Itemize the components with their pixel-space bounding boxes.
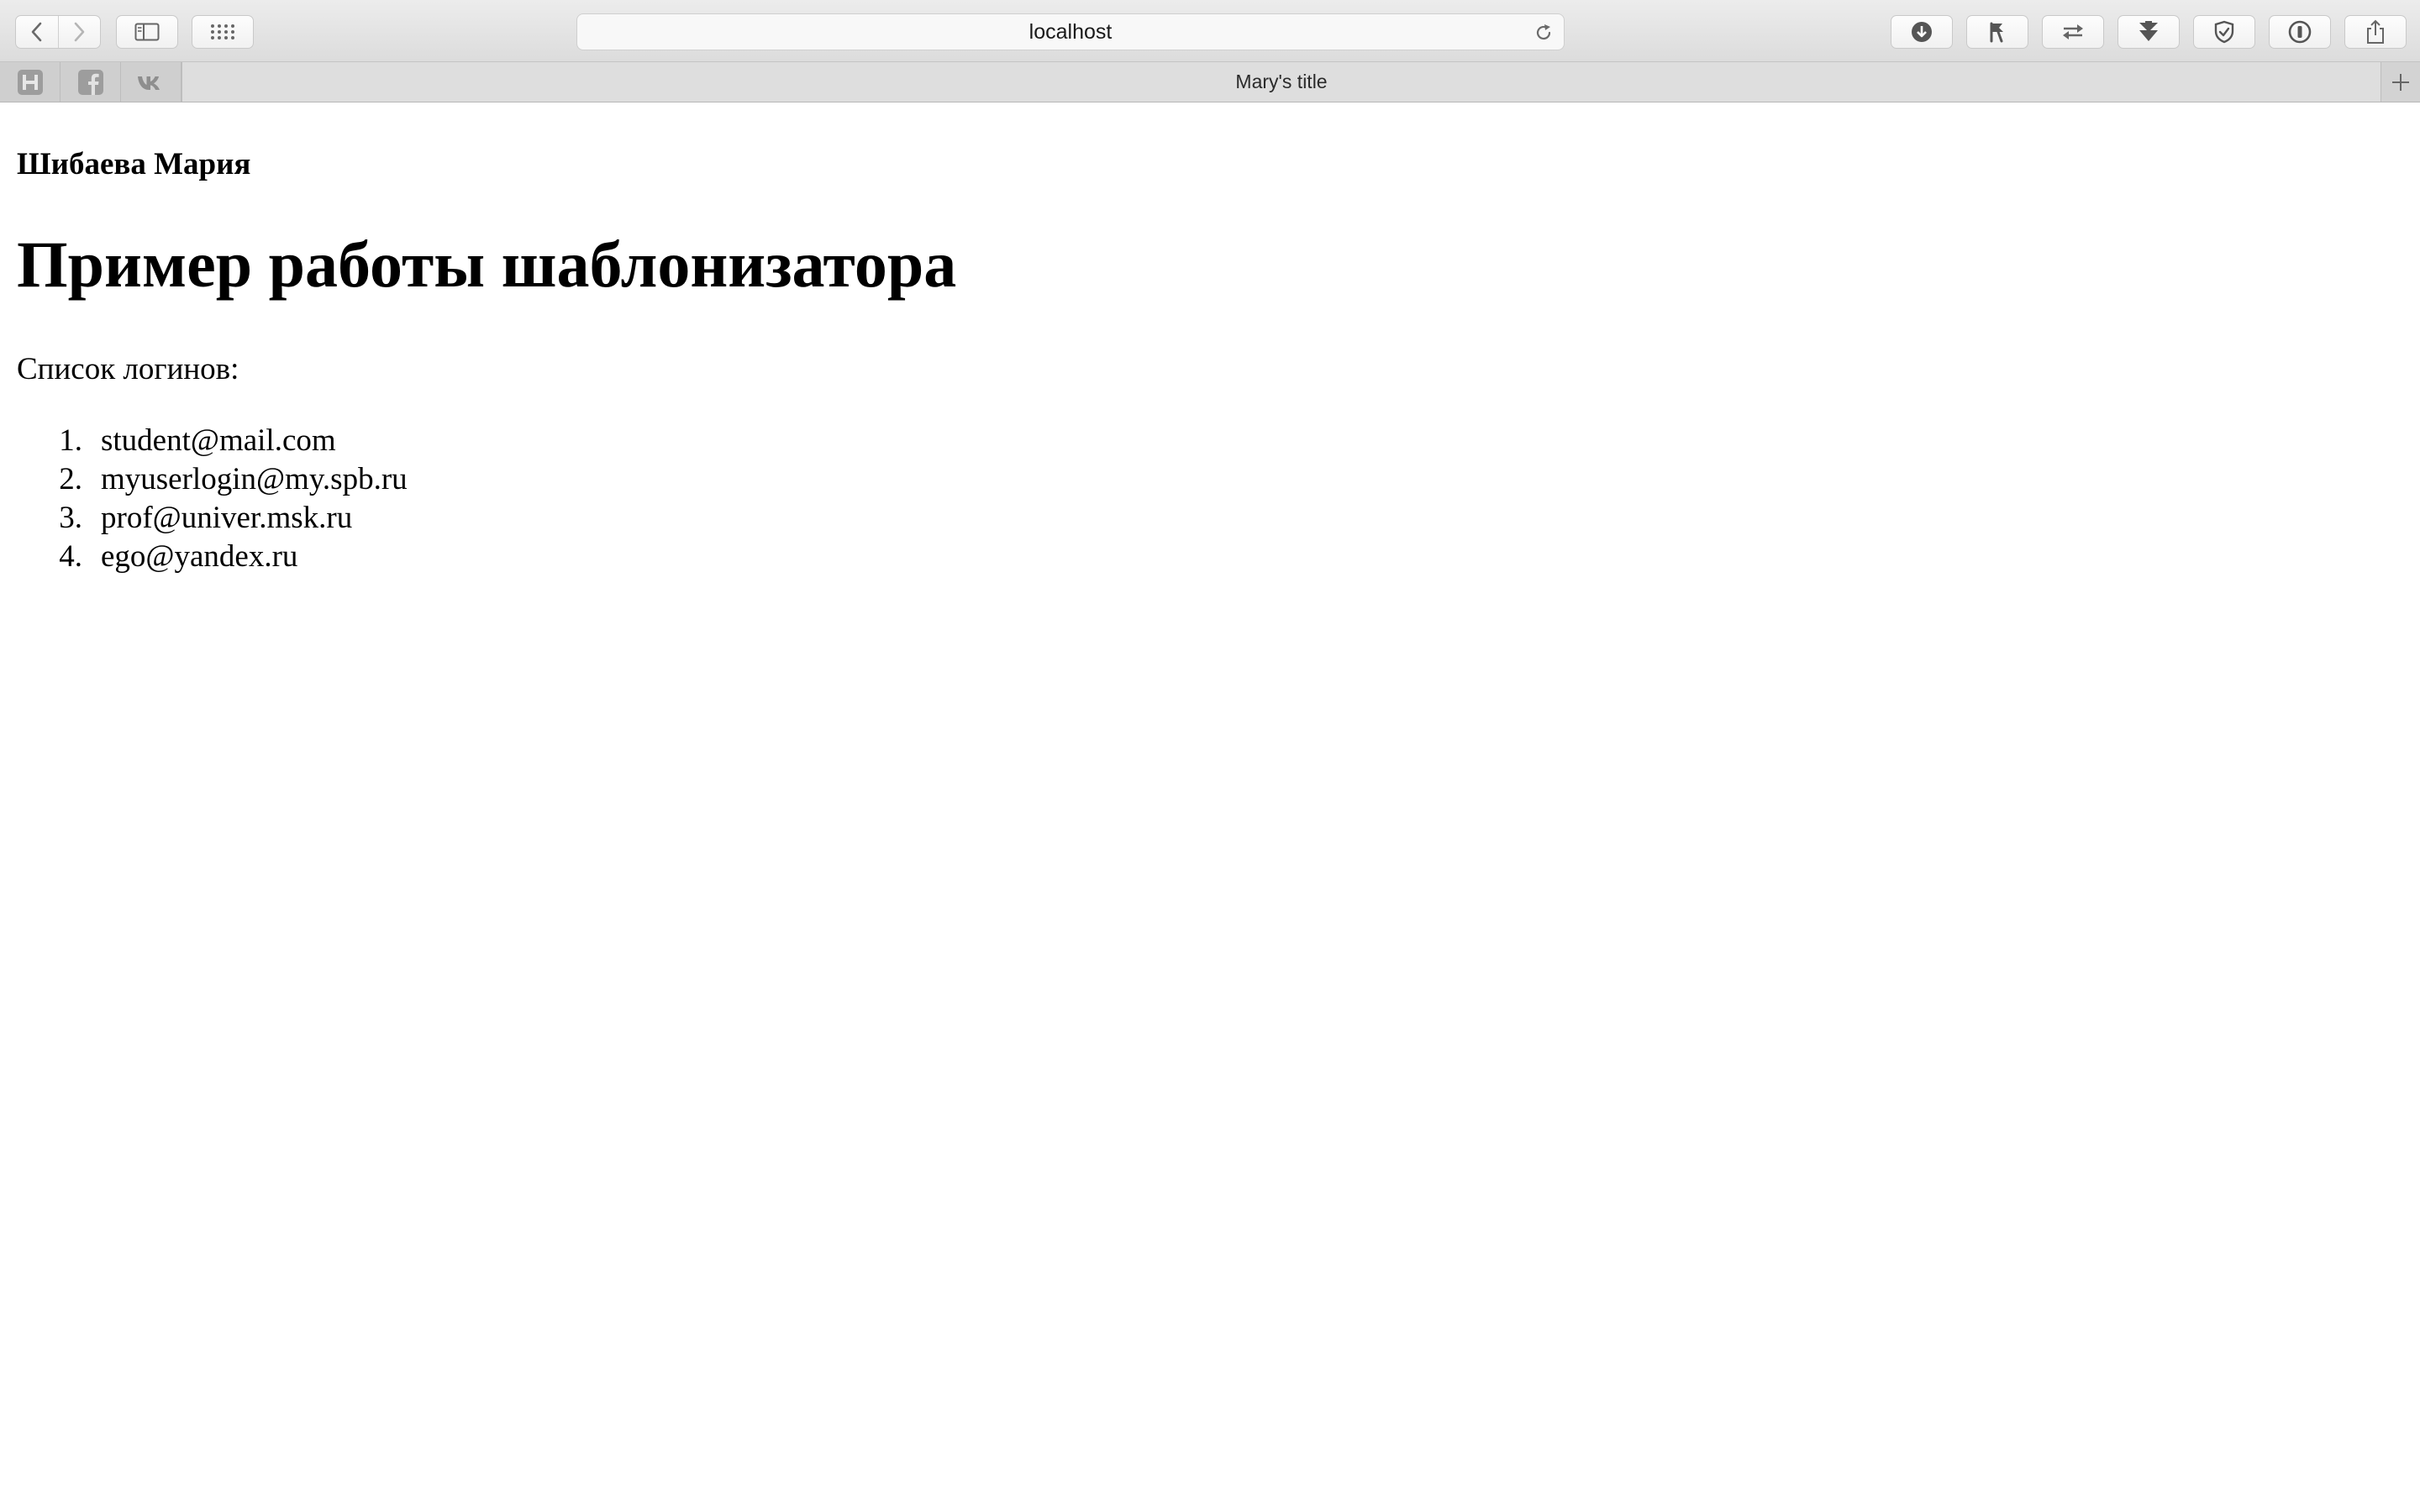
login-email: ego@yandex.ru bbox=[101, 539, 298, 574]
extension-shield-button[interactable] bbox=[2193, 15, 2255, 49]
address-text: localhost bbox=[1028, 20, 1113, 44]
grid-icon bbox=[211, 24, 234, 39]
logins-caption: Список логинов: bbox=[17, 352, 239, 386]
logins-list: 1. student@mail.com 2. myuserlogin@my.spb.… bbox=[17, 422, 408, 576]
list-item-number: 2. bbox=[59, 462, 82, 496]
list-item-number: 4. bbox=[59, 539, 82, 574]
shield-check-icon bbox=[2214, 20, 2234, 44]
list-item-number: 3. bbox=[59, 501, 82, 535]
sidebar-icon bbox=[134, 23, 160, 41]
login-email: student@mail.com bbox=[101, 423, 336, 458]
password-manager-button[interactable] bbox=[2269, 15, 2331, 49]
browser-toolbar: localhost bbox=[0, 0, 2420, 62]
share-icon bbox=[2367, 19, 2384, 44]
downloads-button[interactable] bbox=[1891, 15, 1953, 49]
vk-icon bbox=[137, 76, 160, 90]
address-bar[interactable]: localhost bbox=[576, 13, 1565, 50]
sidebar-button[interactable] bbox=[116, 15, 178, 49]
navigation-buttons bbox=[15, 15, 101, 49]
login-email: myuserlogin@my.spb.ru bbox=[101, 462, 408, 496]
back-button[interactable] bbox=[16, 16, 58, 48]
extension-flag-button[interactable] bbox=[1966, 15, 2028, 49]
tab-overview-button[interactable] bbox=[192, 15, 254, 49]
chevron-right-icon bbox=[74, 22, 85, 42]
tab-bar: Mary's title bbox=[0, 62, 2420, 102]
plus-icon bbox=[2392, 73, 2409, 91]
list-item: 1. student@mail.com bbox=[17, 422, 408, 460]
list-item: 4. ego@yandex.ru bbox=[17, 538, 408, 576]
download-circle-icon bbox=[1912, 22, 1932, 42]
reload-icon[interactable] bbox=[1534, 23, 1554, 43]
page-heading: Пример работы шаблонизатора bbox=[17, 228, 957, 301]
swap-arrows-icon bbox=[2063, 24, 2083, 39]
password-key-icon bbox=[2288, 20, 2312, 44]
double-arrow-down-icon bbox=[2139, 21, 2158, 41]
author-name: Шибаева Мария bbox=[17, 147, 251, 181]
list-item-number: 1. bbox=[59, 423, 82, 458]
chevron-left-icon bbox=[31, 22, 42, 42]
pinned-tab-facebook[interactable] bbox=[60, 62, 121, 102]
pinned-tab-vk[interactable] bbox=[121, 62, 182, 102]
facebook-icon bbox=[77, 69, 103, 95]
share-button[interactable] bbox=[2344, 15, 2407, 49]
tab-marys-title[interactable]: Mary's title bbox=[182, 62, 2381, 102]
extension-swap-button[interactable] bbox=[2042, 15, 2104, 49]
pinned-tab-hacker-news[interactable] bbox=[0, 62, 60, 102]
hacker-news-icon bbox=[17, 69, 43, 95]
forward-button[interactable] bbox=[57, 16, 101, 48]
list-item: 3. prof@univer.msk.ru bbox=[17, 499, 408, 538]
extension-download-button[interactable] bbox=[2118, 15, 2180, 49]
login-email: prof@univer.msk.ru bbox=[101, 501, 353, 535]
flag-runner-icon bbox=[1990, 22, 2003, 43]
new-tab-button[interactable] bbox=[2381, 62, 2420, 102]
list-item: 2. myuserlogin@my.spb.ru bbox=[17, 460, 408, 499]
